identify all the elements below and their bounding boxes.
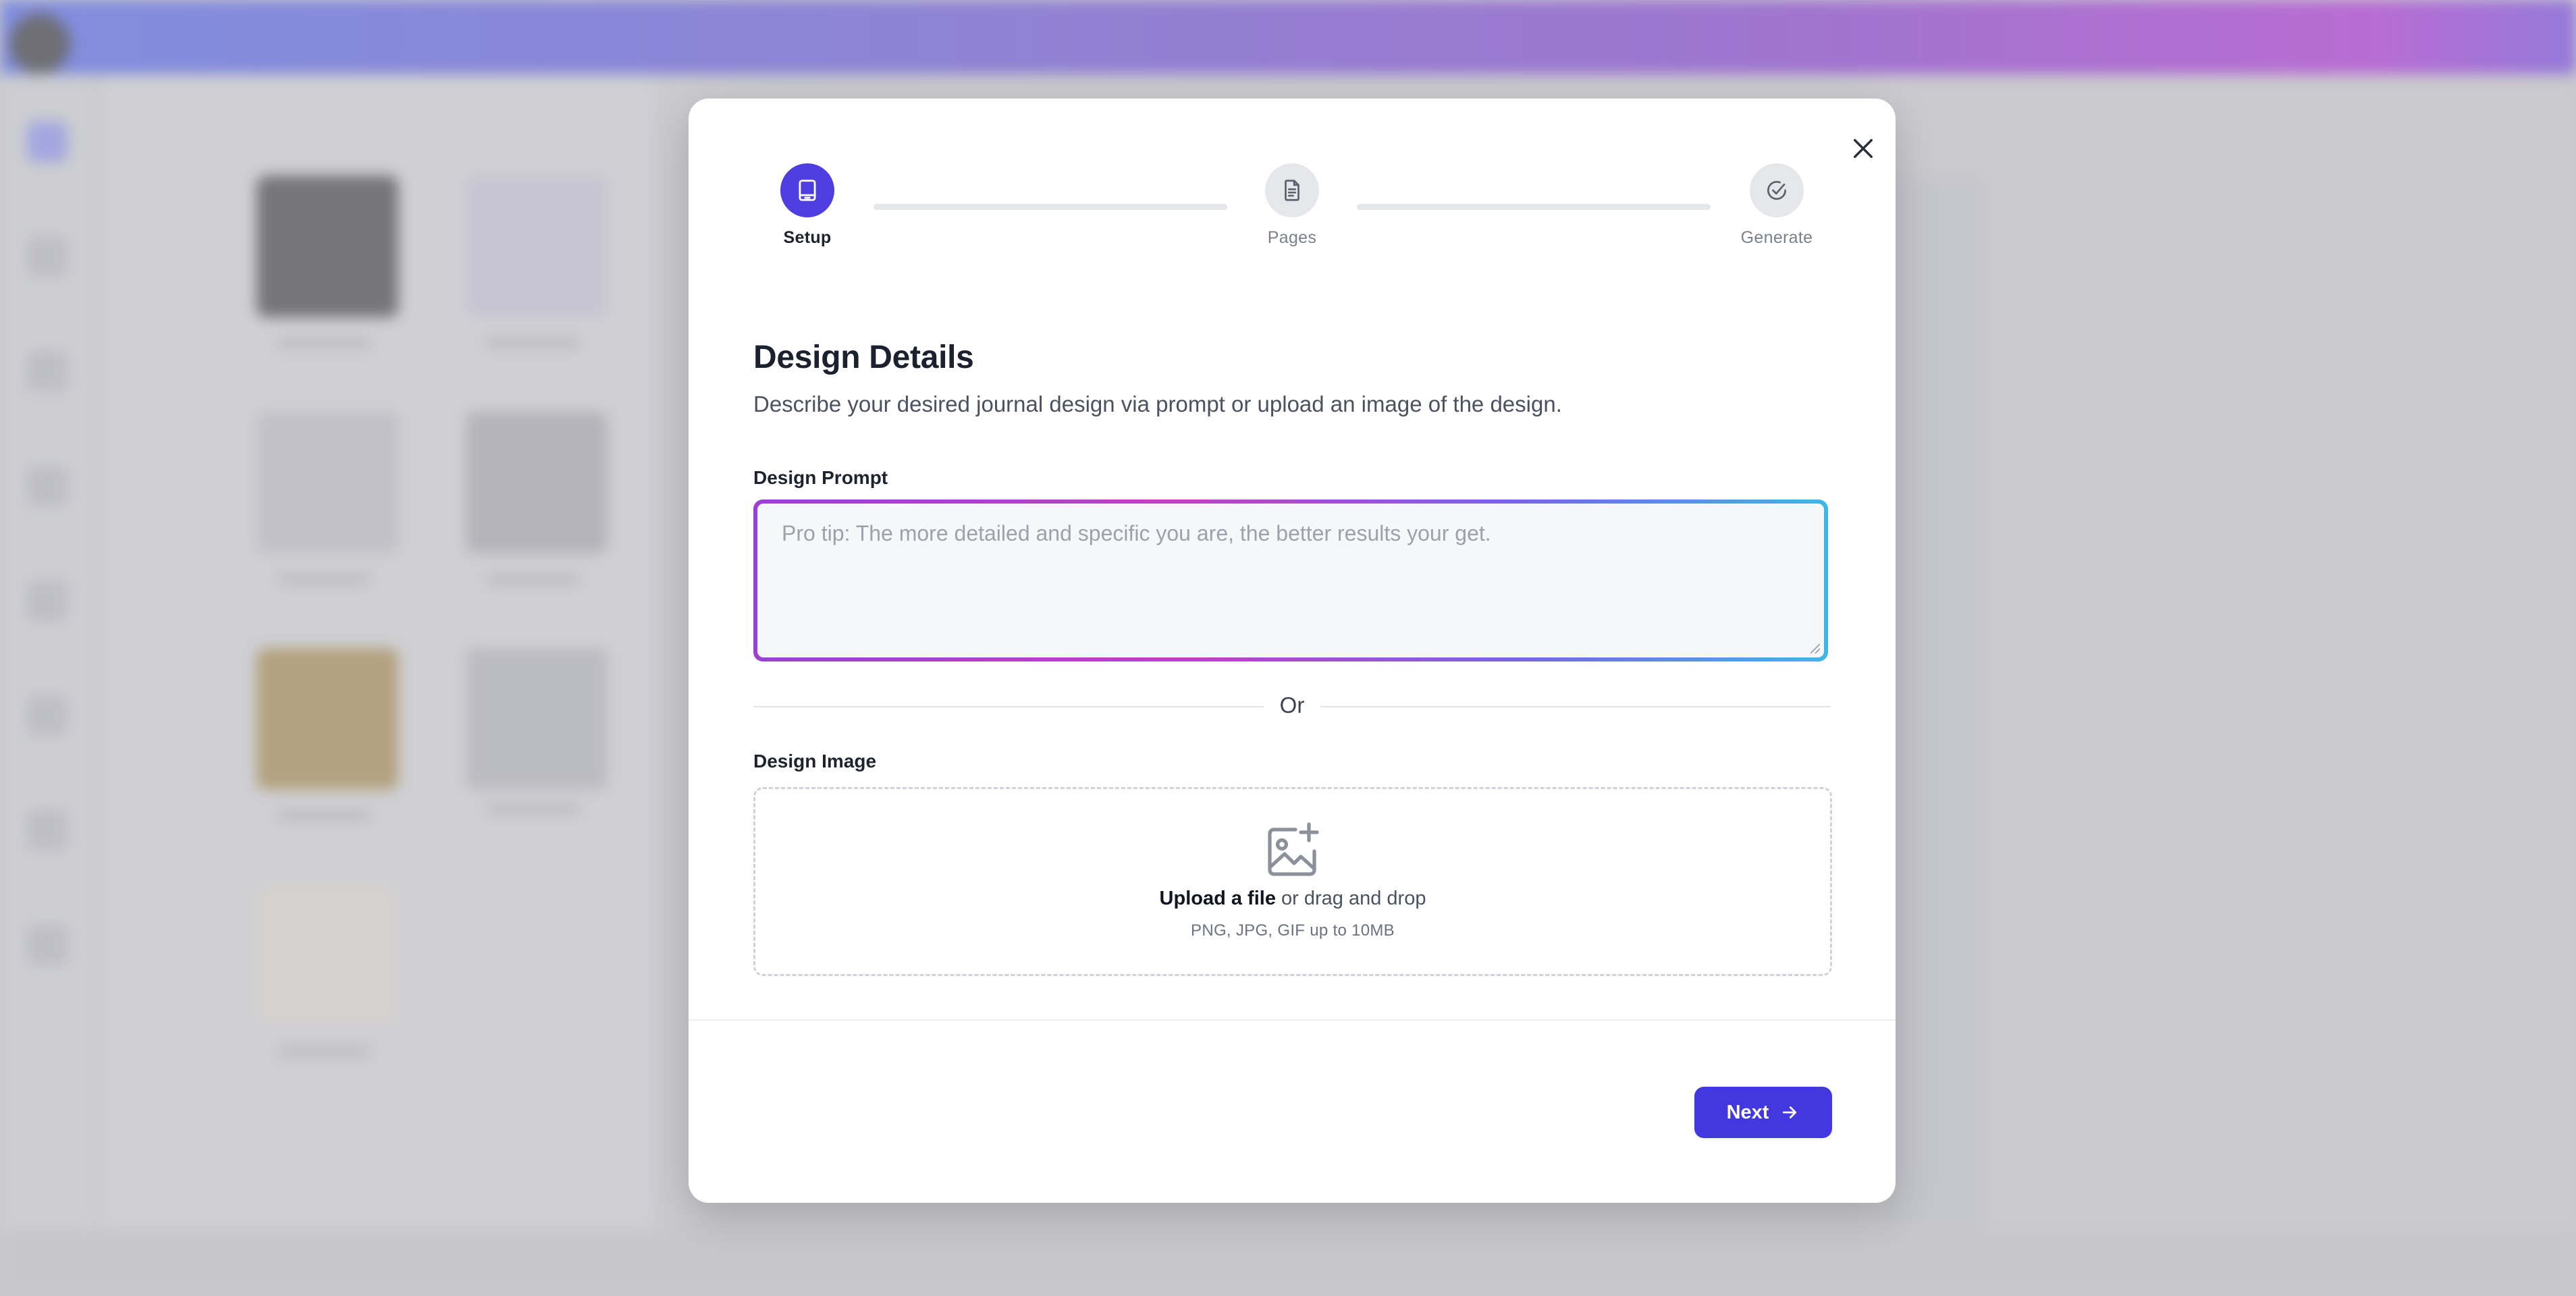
step-label: Generate — [1740, 228, 1813, 247]
image-dropzone[interactable]: Upload a file or drag and drop PNG, JPG,… — [753, 787, 1832, 976]
upload-instructions: Upload a file or drag and drop — [755, 888, 1830, 910]
design-details-modal: Setup Pages Generate Design Details Desc… — [689, 99, 1896, 1203]
arrow-right-icon — [1783, 1106, 1797, 1118]
design-prompt-input[interactable] — [757, 504, 1824, 657]
step-label: Pages — [1267, 228, 1317, 247]
close-button[interactable] — [1843, 128, 1883, 169]
step-generate-circle — [1750, 163, 1804, 217]
book-icon — [799, 180, 816, 201]
step-pages-circle — [1265, 163, 1319, 217]
divider-line-left — [753, 706, 1264, 707]
step-setup-circle — [780, 163, 834, 217]
add-image-icon — [1268, 822, 1319, 876]
modal-title: Design Details — [753, 340, 974, 375]
or-divider-text: Or — [1270, 693, 1314, 718]
step-pages[interactable]: Pages — [1238, 163, 1346, 248]
step-setup[interactable]: Setup — [753, 163, 861, 248]
upload-drag-text: or drag and drop — [1275, 888, 1426, 909]
design-prompt-label: Design Prompt — [753, 467, 888, 488]
stepper-connector — [1357, 204, 1711, 210]
design-prompt-field — [753, 500, 1828, 662]
step-generate[interactable]: Generate — [1723, 163, 1831, 248]
modal-subtitle: Describe your desired journal design via… — [753, 392, 1562, 416]
next-button-label: Next — [1726, 1101, 1769, 1123]
check-circle-icon — [1767, 181, 1787, 200]
stepper-connector — [874, 204, 1227, 210]
divider-line-right — [1320, 706, 1831, 707]
upload-file-link[interactable]: Upload a file — [1160, 888, 1276, 909]
textarea-resize-handle[interactable] — [1810, 644, 1820, 653]
close-icon — [1854, 139, 1873, 158]
step-label: Setup — [783, 228, 832, 247]
modal-footer-divider — [689, 1019, 1896, 1021]
next-button[interactable]: Next — [1694, 1087, 1832, 1138]
design-image-label: Design Image — [753, 751, 877, 772]
document-icon — [1285, 180, 1299, 201]
upload-file-hint: PNG, JPG, GIF up to 10MB — [1191, 921, 1395, 940]
